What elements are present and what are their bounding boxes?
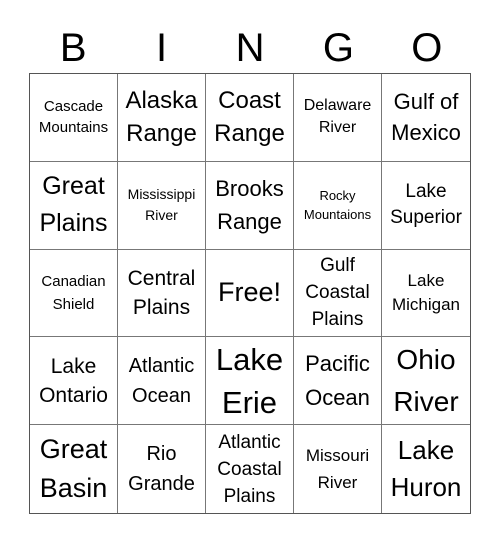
bingo-cell[interactable]: Rocky Mountaions bbox=[294, 161, 382, 250]
bingo-cell[interactable]: Lake Ontario bbox=[30, 337, 118, 426]
bingo-header: B I N G O bbox=[29, 22, 471, 74]
header-letter-n: N bbox=[235, 26, 265, 70]
bingo-cell[interactable]: Lake Erie bbox=[206, 337, 294, 426]
cell-label: Alaska Range bbox=[125, 87, 198, 148]
bingo-cell[interactable]: Ohio River bbox=[382, 337, 470, 426]
free-space-cell[interactable]: Free! bbox=[206, 249, 294, 338]
bingo-cell[interactable]: Delaware River bbox=[294, 74, 382, 162]
bingo-cell[interactable]: Great Basin bbox=[30, 425, 118, 513]
cell-label: Great Plains bbox=[39, 172, 108, 238]
cell-label: Lake Michigan bbox=[391, 270, 461, 314]
bingo-cell[interactable]: Pacific Ocean bbox=[294, 337, 382, 426]
cell-label: Gulf Coastal Plains bbox=[305, 255, 370, 331]
cell-label: Lake Erie bbox=[215, 341, 284, 420]
cell-label: Lake Huron bbox=[390, 435, 462, 503]
cell-label: Lake Ontario bbox=[39, 354, 108, 407]
bingo-cell[interactable]: Central Plains bbox=[118, 249, 206, 338]
cell-label: Rio Grande bbox=[128, 443, 195, 496]
cell-label: Atlantic Ocean bbox=[128, 354, 195, 407]
header-letter-o: O bbox=[411, 26, 443, 70]
bingo-cell[interactable]: Gulf of Mexico bbox=[382, 74, 470, 162]
header-letter-g: G bbox=[322, 26, 354, 70]
bingo-card-grid: Cascade Mountains Alaska Range Coast Ran… bbox=[29, 73, 471, 514]
bingo-cell[interactable]: Alaska Range bbox=[118, 74, 206, 162]
cell-label: Gulf of Mexico bbox=[391, 89, 461, 146]
cell-label: Cascade Mountains bbox=[38, 98, 109, 137]
bingo-cell[interactable]: Rio Grande bbox=[118, 425, 206, 513]
cell-label: Mississippi River bbox=[127, 186, 196, 224]
bingo-cell[interactable]: Gulf Coastal Plains bbox=[294, 249, 382, 338]
bingo-cell[interactable]: Atlantic Coastal Plains bbox=[206, 425, 294, 513]
cell-label: Central Plains bbox=[127, 266, 196, 319]
cell-label: Delaware River bbox=[303, 97, 372, 137]
cell-label: Missouri River bbox=[305, 446, 370, 493]
cell-label: Brooks Range bbox=[215, 176, 284, 235]
bingo-cell[interactable]: Lake Huron bbox=[382, 425, 470, 513]
header-letter-i: I bbox=[156, 26, 168, 70]
bingo-cell[interactable]: Coast Range bbox=[206, 74, 294, 162]
bingo-cell[interactable]: Cascade Mountains bbox=[30, 74, 118, 162]
bingo-cell[interactable]: Lake Superior bbox=[382, 162, 470, 250]
bingo-cell[interactable]: Canadian Shield bbox=[30, 249, 118, 338]
header-letter-b: B bbox=[59, 26, 87, 70]
bingo-cell[interactable]: Great Plains bbox=[30, 161, 118, 250]
bingo-cell[interactable]: Mississippi River bbox=[118, 161, 206, 250]
cell-label: Ohio River bbox=[393, 343, 459, 417]
bingo-cell[interactable]: Missouri River bbox=[294, 425, 382, 513]
cell-label: Atlantic Coastal Plains bbox=[217, 431, 282, 507]
cell-label: Rocky Mountaions bbox=[303, 188, 372, 223]
cell-label: Great Basin bbox=[39, 434, 108, 504]
cell-label: Lake Superior bbox=[390, 181, 462, 229]
free-space-label: Free! bbox=[217, 277, 282, 308]
cell-label: Canadian Shield bbox=[41, 272, 106, 313]
cell-label: Coast Range bbox=[214, 87, 285, 148]
bingo-cell[interactable]: Brooks Range bbox=[206, 161, 294, 250]
bingo-cell[interactable]: Lake Michigan bbox=[382, 250, 470, 338]
cell-label: Pacific Ocean bbox=[305, 350, 370, 410]
bingo-cell[interactable]: Atlantic Ocean bbox=[118, 337, 206, 426]
